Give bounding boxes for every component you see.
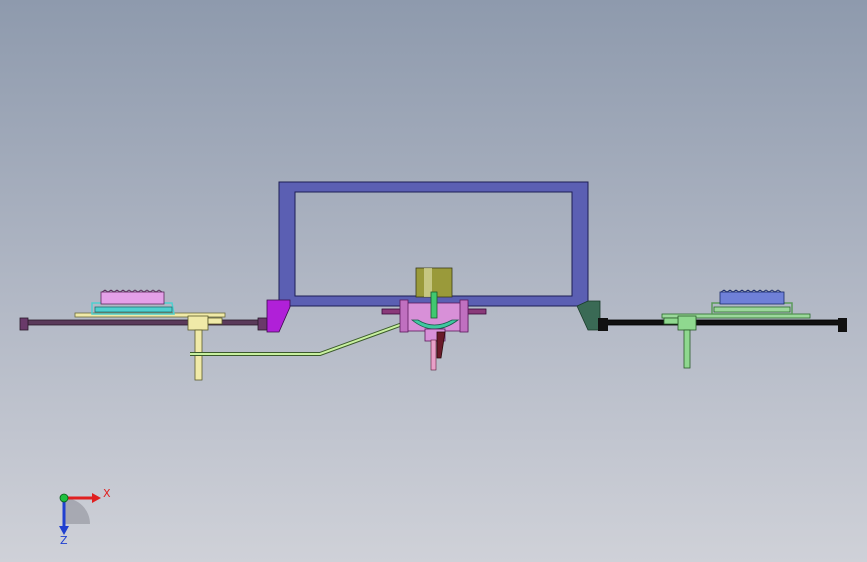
left-horizontal-arm (23, 319, 267, 326)
cad-viewport[interactable]: X Z (0, 0, 867, 562)
right-sensor-tray-base (713, 306, 791, 313)
left-sensor-pad (100, 291, 165, 305)
triad-shadow (64, 498, 90, 524)
right-vertical-post (683, 329, 691, 369)
x-axis-label: X (103, 487, 111, 500)
left-sensor-tray-base (94, 306, 173, 313)
right-mount-bracket (576, 300, 601, 331)
center-shaft (430, 291, 438, 319)
center-mechanism (381, 267, 487, 371)
right-arm-end-cap (838, 318, 847, 332)
triad-origin (59, 493, 69, 503)
left-hub-block (187, 315, 209, 331)
left-arm-end-cap (19, 317, 29, 331)
left-arm-assembly (19, 289, 268, 381)
center-housing-left-tab (399, 299, 409, 333)
x-axis-arrowhead (92, 493, 101, 503)
right-arm-inner-cap (598, 318, 608, 331)
right-sensor-pad (719, 291, 785, 305)
linkage-rod (190, 320, 409, 356)
right-hub-block (677, 315, 697, 331)
right-arm-assembly (598, 289, 847, 369)
center-housing-right-tab (459, 299, 469, 333)
center-rod (436, 331, 446, 359)
left-hub-flange (207, 317, 223, 325)
left-arm-inner-cap (257, 317, 268, 331)
right-hub-flange (663, 317, 679, 325)
assembly-drawing: X Z (19, 181, 847, 547)
axis-triad[interactable]: X Z (59, 487, 111, 547)
left-mount-bracket (266, 299, 291, 333)
center-pin (430, 339, 437, 371)
z-axis-label: Z (60, 534, 68, 547)
right-horizontal-arm (599, 319, 843, 326)
